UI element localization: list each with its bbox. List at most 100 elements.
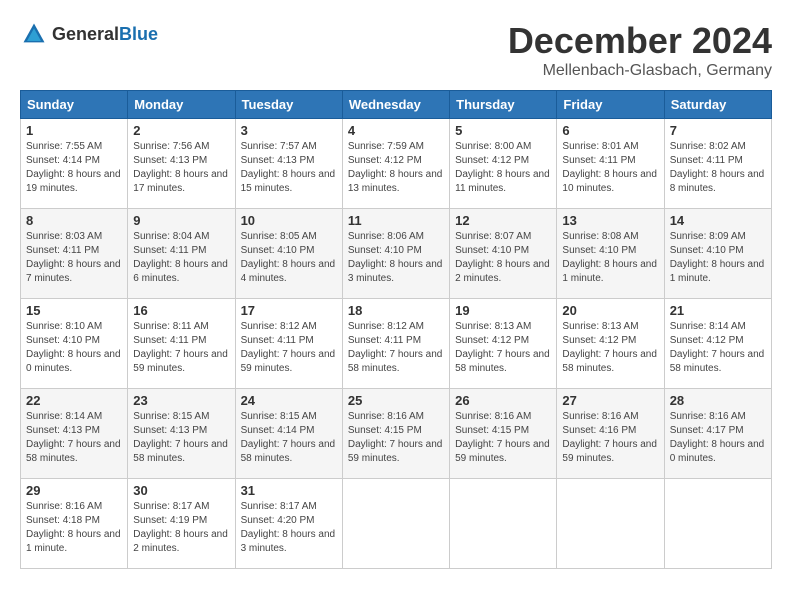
day-number: 28	[670, 393, 766, 408]
page-header: GeneralBlue December 2024 Mellenbach-Gla…	[20, 20, 772, 80]
calendar-cell: 10 Sunrise: 8:05 AMSunset: 4:10 PMDaylig…	[235, 209, 342, 299]
weekday-header-friday: Friday	[557, 91, 664, 119]
day-info: Sunrise: 8:15 AMSunset: 4:13 PMDaylight:…	[133, 411, 228, 464]
day-number: 10	[241, 213, 337, 228]
calendar-cell: 18 Sunrise: 8:12 AMSunset: 4:11 PMDaylig…	[342, 299, 449, 389]
day-info: Sunrise: 8:03 AMSunset: 4:11 PMDaylight:…	[26, 231, 121, 284]
day-info: Sunrise: 8:13 AMSunset: 4:12 PMDaylight:…	[455, 321, 550, 374]
day-number: 24	[241, 393, 337, 408]
day-number: 13	[562, 213, 658, 228]
calendar-cell: 2 Sunrise: 7:56 AMSunset: 4:13 PMDayligh…	[128, 119, 235, 209]
day-info: Sunrise: 7:59 AMSunset: 4:12 PMDaylight:…	[348, 141, 443, 194]
calendar-cell: 24 Sunrise: 8:15 AMSunset: 4:14 PMDaylig…	[235, 389, 342, 479]
day-number: 12	[455, 213, 551, 228]
day-number: 16	[133, 303, 229, 318]
day-number: 4	[348, 123, 444, 138]
day-info: Sunrise: 8:08 AMSunset: 4:10 PMDaylight:…	[562, 231, 657, 284]
day-info: Sunrise: 8:12 AMSunset: 4:11 PMDaylight:…	[348, 321, 443, 374]
calendar-cell: 8 Sunrise: 8:03 AMSunset: 4:11 PMDayligh…	[21, 209, 128, 299]
logo-blue: Blue	[119, 24, 158, 44]
calendar-cell: 14 Sunrise: 8:09 AMSunset: 4:10 PMDaylig…	[664, 209, 771, 299]
calendar-cell: 19 Sunrise: 8:13 AMSunset: 4:12 PMDaylig…	[450, 299, 557, 389]
weekday-header-row: SundayMondayTuesdayWednesdayThursdayFrid…	[21, 91, 772, 119]
day-number: 23	[133, 393, 229, 408]
title-area: December 2024 Mellenbach-Glasbach, Germa…	[508, 20, 772, 80]
weekday-header-thursday: Thursday	[450, 91, 557, 119]
day-number: 3	[241, 123, 337, 138]
calendar-cell: 16 Sunrise: 8:11 AMSunset: 4:11 PMDaylig…	[128, 299, 235, 389]
calendar-cell: 6 Sunrise: 8:01 AMSunset: 4:11 PMDayligh…	[557, 119, 664, 209]
month-title: December 2024	[508, 20, 772, 62]
day-info: Sunrise: 8:11 AMSunset: 4:11 PMDaylight:…	[133, 321, 228, 374]
day-info: Sunrise: 8:16 AMSunset: 4:18 PMDaylight:…	[26, 501, 121, 554]
calendar-week-1: 1 Sunrise: 7:55 AMSunset: 4:14 PMDayligh…	[21, 119, 772, 209]
day-number: 21	[670, 303, 766, 318]
calendar-cell: 12 Sunrise: 8:07 AMSunset: 4:10 PMDaylig…	[450, 209, 557, 299]
day-info: Sunrise: 7:57 AMSunset: 4:13 PMDaylight:…	[241, 141, 336, 194]
calendar-cell: 27 Sunrise: 8:16 AMSunset: 4:16 PMDaylig…	[557, 389, 664, 479]
weekday-header-tuesday: Tuesday	[235, 91, 342, 119]
day-info: Sunrise: 8:12 AMSunset: 4:11 PMDaylight:…	[241, 321, 336, 374]
day-number: 2	[133, 123, 229, 138]
day-info: Sunrise: 7:55 AMSunset: 4:14 PMDaylight:…	[26, 141, 121, 194]
day-info: Sunrise: 8:07 AMSunset: 4:10 PMDaylight:…	[455, 231, 550, 284]
logo-text: GeneralBlue	[52, 24, 158, 45]
day-number: 25	[348, 393, 444, 408]
day-number: 17	[241, 303, 337, 318]
day-number: 18	[348, 303, 444, 318]
day-info: Sunrise: 8:14 AMSunset: 4:13 PMDaylight:…	[26, 411, 121, 464]
day-number: 7	[670, 123, 766, 138]
logo-general: General	[52, 24, 119, 44]
day-info: Sunrise: 8:16 AMSunset: 4:15 PMDaylight:…	[348, 411, 443, 464]
calendar-cell: 11 Sunrise: 8:06 AMSunset: 4:10 PMDaylig…	[342, 209, 449, 299]
calendar-cell: 4 Sunrise: 7:59 AMSunset: 4:12 PMDayligh…	[342, 119, 449, 209]
day-info: Sunrise: 8:15 AMSunset: 4:14 PMDaylight:…	[241, 411, 336, 464]
day-info: Sunrise: 8:16 AMSunset: 4:17 PMDaylight:…	[670, 411, 765, 464]
day-number: 9	[133, 213, 229, 228]
logo: GeneralBlue	[20, 20, 158, 48]
day-info: Sunrise: 8:09 AMSunset: 4:10 PMDaylight:…	[670, 231, 765, 284]
calendar-cell	[557, 479, 664, 569]
day-number: 30	[133, 483, 229, 498]
day-info: Sunrise: 7:56 AMSunset: 4:13 PMDaylight:…	[133, 141, 228, 194]
calendar-cell: 21 Sunrise: 8:14 AMSunset: 4:12 PMDaylig…	[664, 299, 771, 389]
day-info: Sunrise: 8:16 AMSunset: 4:15 PMDaylight:…	[455, 411, 550, 464]
calendar-week-3: 15 Sunrise: 8:10 AMSunset: 4:10 PMDaylig…	[21, 299, 772, 389]
day-info: Sunrise: 8:05 AMSunset: 4:10 PMDaylight:…	[241, 231, 336, 284]
day-info: Sunrise: 8:02 AMSunset: 4:11 PMDaylight:…	[670, 141, 765, 194]
day-number: 11	[348, 213, 444, 228]
day-number: 14	[670, 213, 766, 228]
calendar-cell	[664, 479, 771, 569]
calendar-cell: 9 Sunrise: 8:04 AMSunset: 4:11 PMDayligh…	[128, 209, 235, 299]
calendar-cell: 1 Sunrise: 7:55 AMSunset: 4:14 PMDayligh…	[21, 119, 128, 209]
calendar-cell: 31 Sunrise: 8:17 AMSunset: 4:20 PMDaylig…	[235, 479, 342, 569]
location-title: Mellenbach-Glasbach, Germany	[508, 62, 772, 80]
weekday-header-wednesday: Wednesday	[342, 91, 449, 119]
day-number: 5	[455, 123, 551, 138]
day-number: 8	[26, 213, 122, 228]
calendar-cell: 22 Sunrise: 8:14 AMSunset: 4:13 PMDaylig…	[21, 389, 128, 479]
calendar-cell: 28 Sunrise: 8:16 AMSunset: 4:17 PMDaylig…	[664, 389, 771, 479]
calendar-cell: 3 Sunrise: 7:57 AMSunset: 4:13 PMDayligh…	[235, 119, 342, 209]
day-number: 15	[26, 303, 122, 318]
calendar-cell	[342, 479, 449, 569]
calendar-cell: 30 Sunrise: 8:17 AMSunset: 4:19 PMDaylig…	[128, 479, 235, 569]
day-number: 1	[26, 123, 122, 138]
calendar-cell: 5 Sunrise: 8:00 AMSunset: 4:12 PMDayligh…	[450, 119, 557, 209]
day-number: 20	[562, 303, 658, 318]
day-number: 31	[241, 483, 337, 498]
weekday-header-monday: Monday	[128, 91, 235, 119]
day-info: Sunrise: 8:01 AMSunset: 4:11 PMDaylight:…	[562, 141, 657, 194]
day-info: Sunrise: 8:13 AMSunset: 4:12 PMDaylight:…	[562, 321, 657, 374]
day-info: Sunrise: 8:10 AMSunset: 4:10 PMDaylight:…	[26, 321, 121, 374]
calendar-cell: 7 Sunrise: 8:02 AMSunset: 4:11 PMDayligh…	[664, 119, 771, 209]
day-number: 19	[455, 303, 551, 318]
day-info: Sunrise: 8:17 AMSunset: 4:19 PMDaylight:…	[133, 501, 228, 554]
day-info: Sunrise: 8:16 AMSunset: 4:16 PMDaylight:…	[562, 411, 657, 464]
day-number: 22	[26, 393, 122, 408]
day-info: Sunrise: 8:00 AMSunset: 4:12 PMDaylight:…	[455, 141, 550, 194]
calendar-cell: 20 Sunrise: 8:13 AMSunset: 4:12 PMDaylig…	[557, 299, 664, 389]
day-number: 27	[562, 393, 658, 408]
logo-icon	[20, 20, 48, 48]
calendar-cell: 23 Sunrise: 8:15 AMSunset: 4:13 PMDaylig…	[128, 389, 235, 479]
